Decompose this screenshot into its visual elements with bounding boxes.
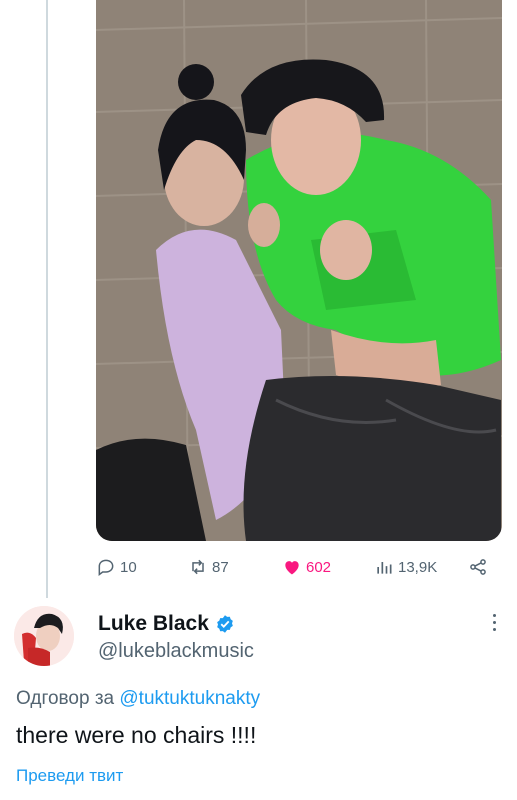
author-handle[interactable]: @lukeblackmusic bbox=[98, 640, 254, 663]
avatar[interactable] bbox=[14, 606, 74, 666]
like-count: 602 bbox=[306, 558, 332, 576]
views-button[interactable]: 13,9K bbox=[374, 552, 437, 582]
reply-count: 10 bbox=[120, 558, 137, 576]
replying-to-line: Одговор за @tuktuktuknakty bbox=[16, 688, 260, 710]
photo-illustration bbox=[96, 0, 502, 541]
share-button[interactable] bbox=[468, 552, 488, 582]
tweet-action-bar: 10 87 602 13,9K bbox=[96, 552, 502, 582]
replying-to-mention-link[interactable]: @tuktuktuknakty bbox=[119, 688, 260, 709]
translate-tweet-link[interactable]: Преведи твит bbox=[16, 766, 123, 786]
views-icon bbox=[377, 562, 392, 574]
share-icon bbox=[470, 559, 486, 575]
retweet-icon bbox=[192, 559, 204, 575]
heart-icon bbox=[285, 561, 299, 575]
views-count: 13,9K bbox=[398, 558, 438, 576]
thread-connector-line bbox=[46, 0, 48, 598]
author-display-name[interactable]: Luke Black bbox=[98, 612, 209, 636]
reply-icon bbox=[98, 559, 114, 576]
retweet-button[interactable]: 87 bbox=[188, 552, 229, 582]
tweet-text: there were no chairs !!!! bbox=[16, 722, 257, 748]
reply-button[interactable]: 10 bbox=[96, 552, 137, 582]
verified-badge-icon bbox=[217, 615, 233, 633]
avatar-image bbox=[14, 606, 74, 666]
retweet-count: 87 bbox=[212, 558, 229, 576]
more-options-button[interactable] bbox=[491, 614, 497, 636]
like-button[interactable]: 602 bbox=[282, 552, 331, 582]
tweet-media-photo[interactable] bbox=[96, 0, 502, 541]
author-name-row: Luke Black bbox=[98, 612, 235, 636]
more-icon bbox=[492, 614, 496, 617]
replying-to-prefix: Одговор за bbox=[16, 688, 115, 709]
